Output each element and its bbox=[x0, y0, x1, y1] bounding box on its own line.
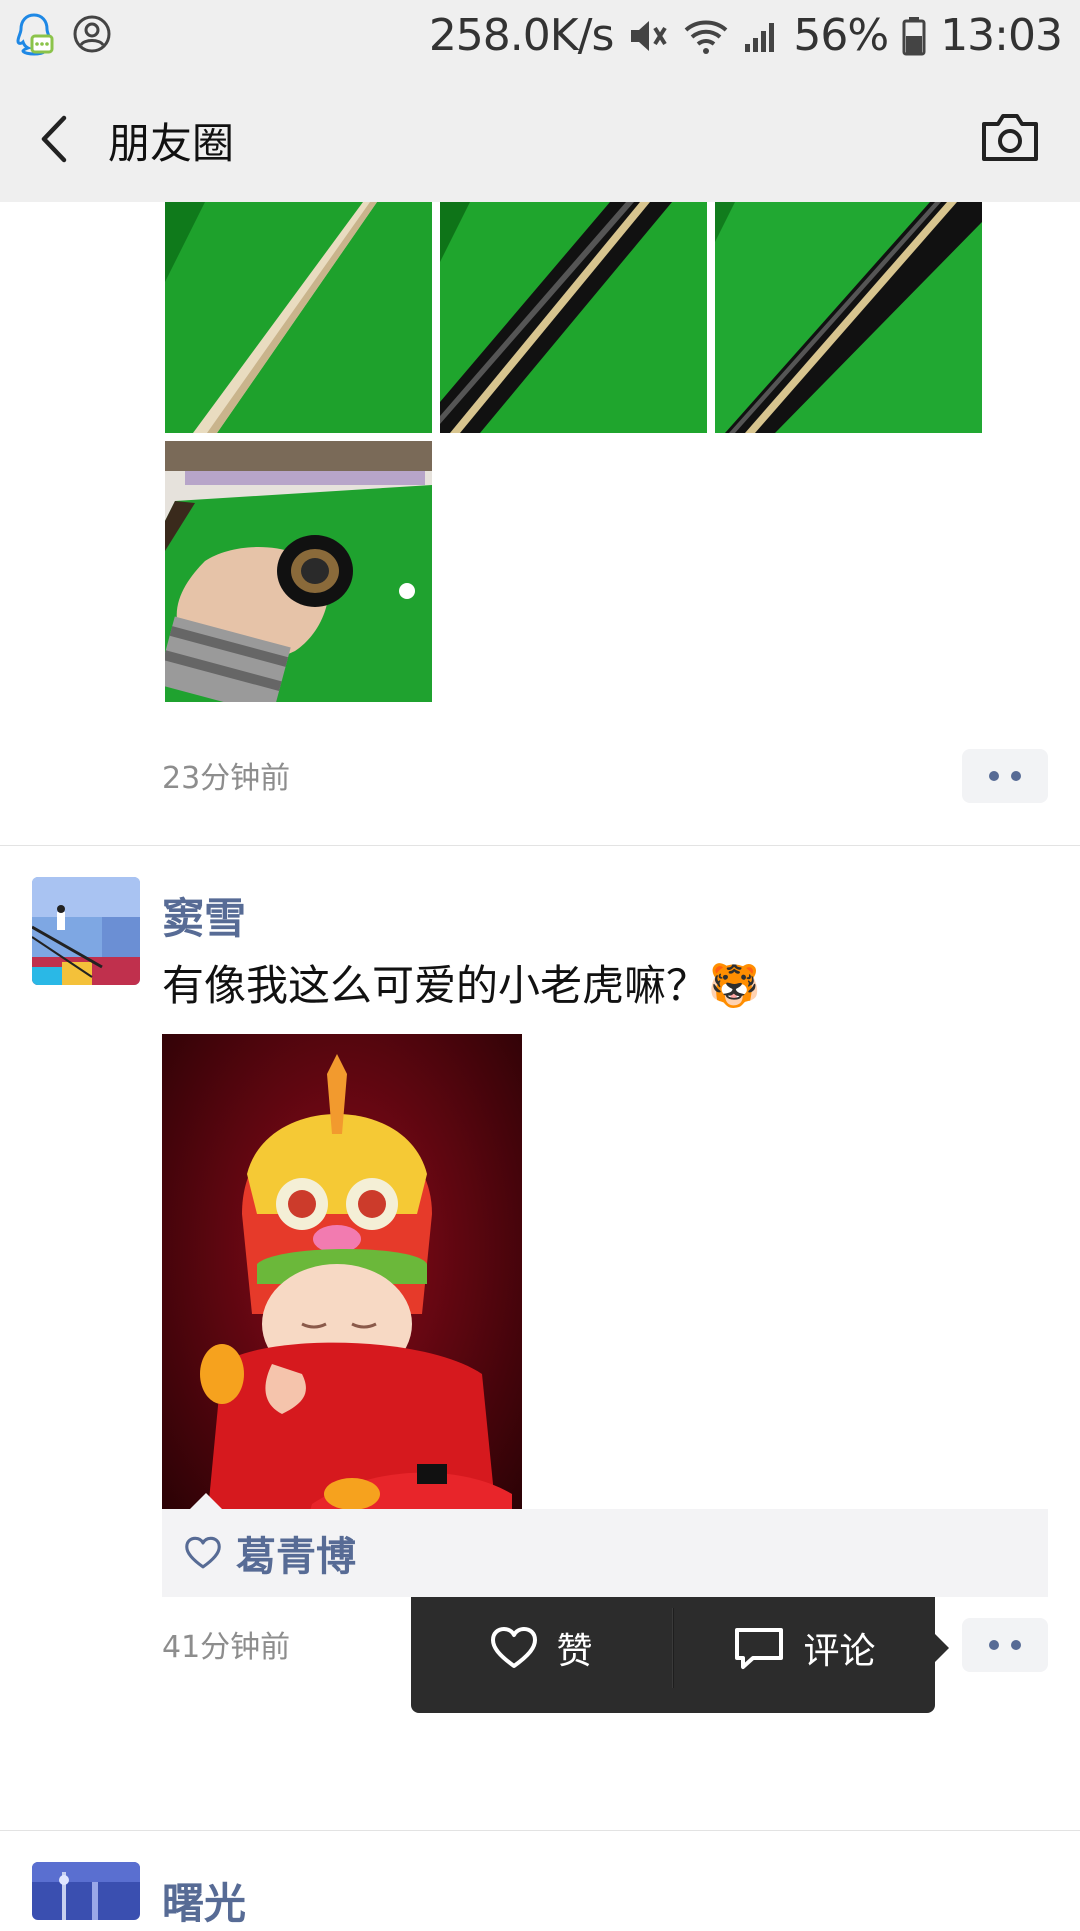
post-image-cue-light[interactable] bbox=[165, 202, 432, 433]
heart-icon bbox=[185, 1536, 221, 1569]
dot-icon bbox=[989, 771, 999, 781]
action-popup: 赞 评论 bbox=[411, 1583, 949, 1713]
dot-icon bbox=[1011, 771, 1021, 781]
comment-icon bbox=[735, 1628, 784, 1669]
post-time: 41分钟前 bbox=[162, 1630, 291, 1665]
camera-icon bbox=[982, 114, 1038, 161]
signal-icon bbox=[743, 18, 779, 54]
back-button[interactable] bbox=[30, 106, 90, 172]
post-time: 23分钟前 bbox=[162, 761, 291, 796]
post-text: 有像我这么可爱的小老虎嘛？🐯 bbox=[162, 961, 761, 1010]
dot-icon bbox=[1011, 1640, 1021, 1650]
post-image-cue-dark-1[interactable] bbox=[440, 202, 707, 433]
heart-icon bbox=[491, 1627, 538, 1668]
popup-pointer bbox=[935, 1634, 949, 1662]
battery-percent: 56% bbox=[793, 10, 889, 61]
post-image-cue-dark-2[interactable] bbox=[715, 202, 982, 433]
clock: 13:03 bbox=[940, 10, 1063, 61]
comment-button[interactable]: 评论 bbox=[674, 1583, 935, 1713]
title-bar: 朋友圈 bbox=[0, 76, 1080, 202]
like-label: 赞 bbox=[556, 1631, 593, 1672]
post-divider bbox=[0, 845, 1080, 846]
post-author[interactable]: 窦雪 bbox=[162, 885, 246, 946]
more-button[interactable] bbox=[962, 749, 1048, 803]
comment-label: 评论 bbox=[803, 1631, 876, 1672]
dot-icon bbox=[989, 1640, 999, 1650]
network-speed: 258.0K/s bbox=[428, 10, 615, 61]
avatar[interactable] bbox=[32, 877, 140, 985]
page-title: 朋友圈 bbox=[108, 119, 235, 168]
post-author[interactable]: 曙光 bbox=[162, 1870, 246, 1931]
mute-icon bbox=[627, 16, 669, 56]
more-button[interactable] bbox=[962, 1618, 1048, 1672]
likes-section: 葛青博 bbox=[162, 1509, 1048, 1597]
chevron-left-icon bbox=[41, 115, 67, 163]
avatar[interactable] bbox=[32, 1862, 140, 1920]
battery-icon bbox=[902, 16, 926, 56]
liker-name[interactable]: 葛青博 bbox=[236, 1524, 356, 1582]
post-divider bbox=[0, 1830, 1080, 1831]
post-image-cue-in-hand[interactable] bbox=[165, 441, 432, 702]
status-bar: 258.0K/s 56% 13:03 bbox=[0, 0, 1080, 76]
qq-notify-icon bbox=[14, 12, 54, 56]
camera-button[interactable] bbox=[980, 111, 1040, 163]
account-circle-icon bbox=[72, 14, 112, 54]
likes-arrow bbox=[190, 1493, 222, 1509]
like-button[interactable]: 赞 bbox=[411, 1583, 672, 1713]
wifi-icon bbox=[683, 16, 729, 56]
